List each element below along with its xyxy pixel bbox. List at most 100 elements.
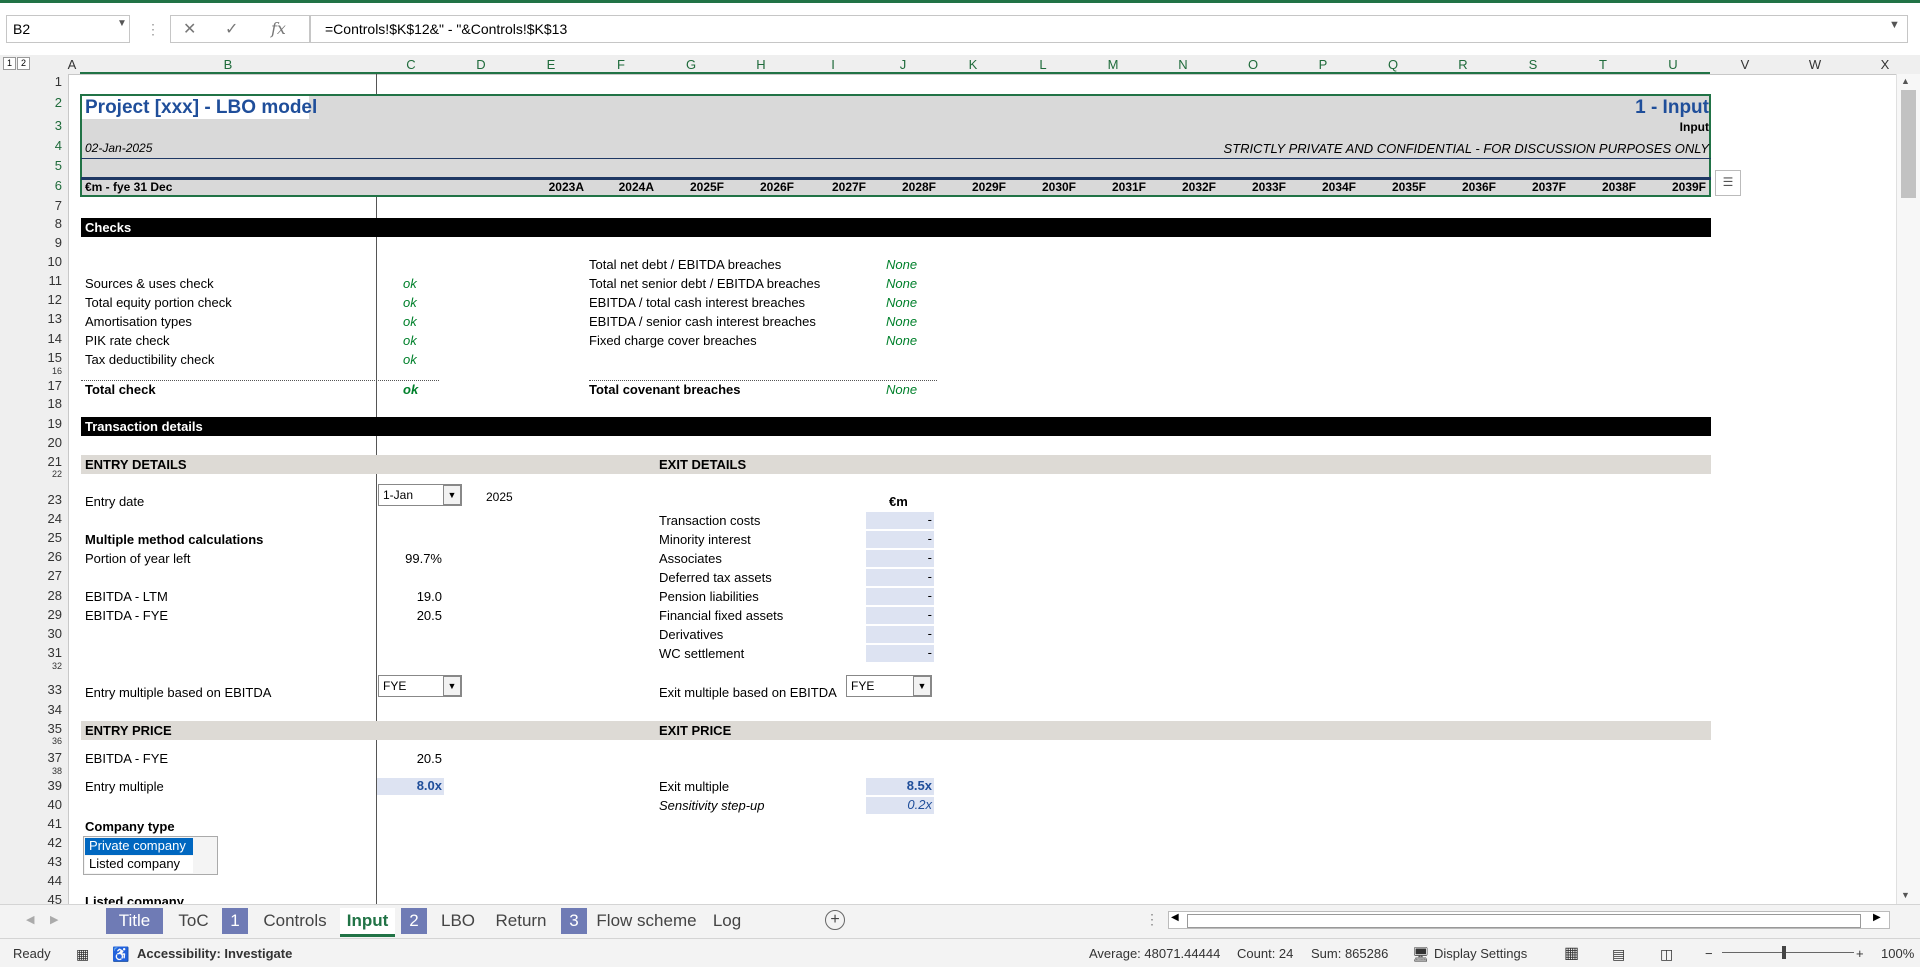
column-header[interactable]: G: [656, 57, 726, 72]
zoom-level[interactable]: 100%: [1881, 946, 1914, 961]
scroll-right-icon[interactable]: ▶: [1873, 912, 1881, 923]
row-header[interactable]: 38: [52, 766, 62, 776]
sheet-tab[interactable]: 1: [222, 908, 248, 934]
column-header[interactable]: E: [516, 57, 586, 72]
exit-item-input[interactable]: -: [866, 550, 934, 567]
scroll-up-icon[interactable]: ▲: [1901, 76, 1910, 86]
column-header[interactable]: F: [586, 57, 656, 72]
exit-item-input[interactable]: -: [866, 607, 934, 624]
sheet-tab[interactable]: Log: [704, 908, 750, 934]
exit-item-input[interactable]: -: [866, 569, 934, 586]
row-header[interactable]: 13: [48, 311, 62, 326]
column-header[interactable]: U: [1638, 57, 1708, 72]
row-header[interactable]: 44: [48, 873, 62, 888]
column-header[interactable]: M: [1078, 57, 1148, 72]
row-header[interactable]: 7: [55, 198, 62, 213]
column-header[interactable]: C: [376, 57, 446, 72]
column-header[interactable]: L: [1008, 57, 1078, 72]
sheet-tab[interactable]: Input: [340, 908, 395, 937]
exit-multiple-basis-dropdown[interactable]: FYE ▼: [846, 675, 932, 697]
column-header[interactable]: B: [78, 57, 378, 72]
chevron-down-icon[interactable]: ▼: [117, 18, 127, 29]
row-header[interactable]: 29: [48, 607, 62, 622]
drag-handle-icon[interactable]: ⋮: [1145, 911, 1159, 928]
column-header[interactable]: H: [726, 57, 796, 72]
listbox-option-private[interactable]: Private company: [85, 838, 193, 855]
exit-item-input[interactable]: -: [866, 512, 934, 529]
sheet-tab[interactable]: Title: [106, 908, 163, 934]
row-header[interactable]: 19: [48, 416, 62, 431]
column-header[interactable]: J: [868, 57, 938, 72]
row-header[interactable]: 21: [48, 454, 62, 469]
name-box[interactable]: B2 ▼: [6, 15, 130, 43]
column-header[interactable]: O: [1218, 57, 1288, 72]
vertical-scrollbar[interactable]: ▲ ▼: [1896, 74, 1920, 904]
row-header[interactable]: 10: [48, 254, 62, 269]
scroll-left-icon[interactable]: ◀: [1171, 912, 1179, 923]
row-header[interactable]: 15: [48, 350, 62, 365]
chevron-down-icon[interactable]: ▼: [913, 676, 931, 696]
outline-level-2-button[interactable]: 2: [17, 57, 30, 70]
column-header[interactable]: V: [1710, 57, 1780, 72]
listbox-option-listed[interactable]: Listed company: [85, 856, 193, 873]
row-header[interactable]: 26: [48, 549, 62, 564]
entry-date-dropdown[interactable]: 1-Jan ▼: [378, 484, 462, 506]
entry-multiple-input[interactable]: 8.0x: [377, 778, 444, 795]
insert-function-icon[interactable]: fx: [271, 19, 286, 38]
row-header[interactable]: 9: [55, 235, 62, 250]
row-header[interactable]: 20: [48, 435, 62, 450]
drag-handle-icon[interactable]: ⋮: [146, 21, 160, 38]
exit-multiple-input[interactable]: 8.5x: [866, 778, 934, 795]
page-layout-icon[interactable]: ▤: [1612, 946, 1625, 963]
row-header[interactable]: 6: [55, 178, 62, 193]
display-settings-button[interactable]: Display Settings: [1434, 946, 1527, 961]
horizontal-scrollbar[interactable]: ◀ ▶: [1168, 911, 1890, 929]
column-header[interactable]: Q: [1358, 57, 1428, 72]
accessibility-status[interactable]: Accessibility: Investigate: [137, 946, 292, 961]
column-header[interactable]: S: [1498, 57, 1568, 72]
column-header[interactable]: R: [1428, 57, 1498, 72]
chevron-down-icon[interactable]: ▼: [443, 676, 461, 696]
zoom-in-icon[interactable]: +: [1856, 946, 1864, 961]
row-header[interactable]: 35: [48, 721, 62, 736]
next-sheet-icon[interactable]: ▶: [50, 913, 58, 926]
row-header[interactable]: 39: [48, 778, 62, 793]
sensitivity-input[interactable]: 0.2x: [866, 797, 934, 814]
normal-view-icon[interactable]: ▦: [1564, 943, 1579, 963]
row-header[interactable]: 8: [55, 216, 62, 231]
zoom-out-icon[interactable]: −: [1705, 946, 1713, 961]
enter-icon[interactable]: ✓: [225, 19, 238, 39]
row-header[interactable]: 27: [48, 568, 62, 583]
accessibility-icon[interactable]: ♿: [112, 946, 129, 963]
row-header[interactable]: 37: [48, 750, 62, 765]
row-header[interactable]: 28: [48, 588, 62, 603]
row-header[interactable]: 24: [48, 511, 62, 526]
row-header[interactable]: 32: [52, 661, 62, 671]
chevron-down-icon[interactable]: ▼: [443, 485, 461, 505]
outline-level-1-button[interactable]: 1: [3, 57, 16, 70]
row-header[interactable]: 33: [48, 682, 62, 697]
row-header[interactable]: 30: [48, 626, 62, 641]
sheet-tab[interactable]: 3: [561, 908, 587, 934]
prev-sheet-icon[interactable]: ◀: [26, 913, 34, 926]
row-header[interactable]: 12: [48, 292, 62, 307]
row-header[interactable]: 23: [48, 492, 62, 507]
row-header[interactable]: 4: [55, 138, 62, 153]
exit-item-input[interactable]: -: [866, 626, 934, 643]
sheet-tab[interactable]: Return: [487, 908, 555, 934]
sheet-tab[interactable]: 2: [401, 908, 427, 934]
column-header[interactable]: N: [1148, 57, 1218, 72]
row-header[interactable]: 25: [48, 530, 62, 545]
row-header[interactable]: 31: [48, 645, 62, 660]
entry-multiple-basis-dropdown[interactable]: FYE ▼: [378, 675, 462, 697]
zoom-slider-handle[interactable]: [1782, 946, 1786, 959]
column-header[interactable]: W: [1780, 57, 1850, 72]
add-sheet-button[interactable]: +: [825, 910, 845, 930]
cancel-icon[interactable]: ✕: [183, 19, 196, 39]
exit-item-input[interactable]: -: [866, 588, 934, 605]
sheet-tab[interactable]: LBO: [435, 908, 481, 934]
row-header[interactable]: 18: [48, 396, 62, 411]
row-header[interactable]: 17: [48, 378, 62, 393]
column-header[interactable]: D: [446, 57, 516, 72]
row-header[interactable]: 14: [48, 331, 62, 346]
